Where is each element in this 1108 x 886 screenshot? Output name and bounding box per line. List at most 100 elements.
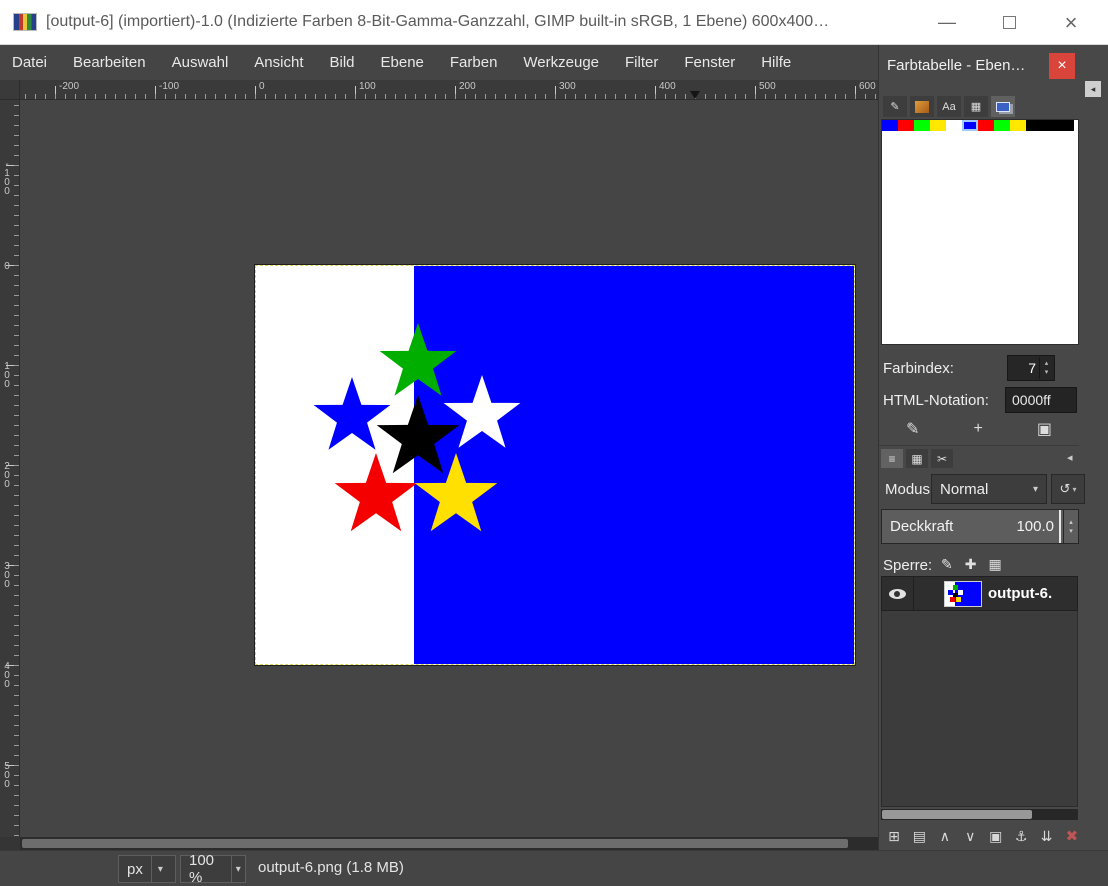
tab-channels[interactable]: ▦ xyxy=(906,449,928,468)
vertical-ruler[interactable]: - 1 0 001 0 02 0 03 0 04 0 05 0 0 xyxy=(0,100,20,837)
scrollbar-thumb[interactable] xyxy=(882,810,1032,819)
duplicate-layer-button[interactable]: ▣ xyxy=(985,825,1007,847)
menu-filter[interactable]: Filter xyxy=(625,54,658,71)
colormap-palette[interactable] xyxy=(881,119,1079,345)
hruler-label: 500 xyxy=(759,81,776,92)
canvas-horizontal-scrollbar[interactable] xyxy=(20,837,878,850)
add-color-button[interactable]: + xyxy=(973,420,982,438)
menu-auswahl[interactable]: Auswahl xyxy=(172,54,229,71)
dock-panel: Farbtabelle - Eben… × ◂ ✎Aa▦ Farbindex: … xyxy=(878,45,1108,850)
menu-ebene[interactable]: Ebene xyxy=(381,54,424,71)
color-index-value: 7 xyxy=(1028,360,1036,376)
lock-alpha-icon[interactable]: ▦ xyxy=(988,556,1001,573)
hruler-label: 200 xyxy=(459,81,476,92)
colormap-swatch-10[interactable] xyxy=(1042,120,1058,131)
vruler-label: - 1 0 0 xyxy=(0,160,14,196)
dock-tab-history[interactable]: ▦ xyxy=(964,96,988,117)
dock-tab-fonts[interactable]: Aa xyxy=(937,96,961,117)
pick-color-button[interactable]: ▣ xyxy=(1037,419,1052,439)
gimp-logo-icon xyxy=(14,14,36,30)
horizontal-ruler[interactable]: -200-1000100200300400500600 xyxy=(20,80,878,100)
colormap-swatch-3[interactable] xyxy=(930,120,946,131)
merge-layer-button[interactable]: ⇊ xyxy=(1036,825,1058,847)
html-notation-input[interactable]: 0000ff xyxy=(1005,387,1077,413)
layer-row[interactable]: output-6. xyxy=(881,576,1078,611)
layer-list-empty-area[interactable] xyxy=(881,611,1078,807)
lock-paint-icon[interactable]: ✎ xyxy=(941,556,953,573)
close-icon: × xyxy=(1065,10,1078,36)
menu-datei[interactable]: Datei xyxy=(12,54,47,71)
opacity-slider[interactable]: Deckkraft 100.0 ▴ ▾ xyxy=(881,509,1079,544)
menu-bild[interactable]: Bild xyxy=(330,54,355,71)
scrollbar-thumb[interactable] xyxy=(22,839,848,848)
lower-layer-button[interactable]: ∨ xyxy=(959,825,981,847)
opacity-label: Deckkraft xyxy=(890,518,953,535)
colormap-swatch-5[interactable] xyxy=(962,120,978,131)
raise-layer-button[interactable]: ∧ xyxy=(934,825,956,847)
thumb-star-dot xyxy=(956,597,961,602)
maximize-icon xyxy=(1003,16,1016,29)
new-layer-group-button[interactable]: ▤ xyxy=(908,825,930,847)
colormap-swatch-9[interactable] xyxy=(1026,120,1042,131)
unit-select[interactable]: px ▾ xyxy=(118,855,176,883)
blue-star xyxy=(312,377,392,457)
status-filename: output-6.png (1.8 MB) xyxy=(258,859,404,876)
colormap-swatch-11[interactable] xyxy=(1058,120,1074,131)
tab-layers[interactable]: ≡ xyxy=(881,449,903,468)
dock-tab-brushes[interactable]: ✎ xyxy=(883,96,907,117)
hruler-label: -200 xyxy=(59,81,79,92)
close-button[interactable]: × xyxy=(1040,0,1102,45)
new-layer-button[interactable]: ⊞ xyxy=(883,825,905,847)
layer-name: output-6. xyxy=(988,585,1052,602)
mode-group-switch-button[interactable]: ↺ ▾ xyxy=(1051,474,1085,504)
hruler-label: 100 xyxy=(359,81,376,92)
gimp-window: [output-6] (importiert)-1.0 (Indizierte … xyxy=(0,0,1108,886)
anchor-layer-button[interactable]: ⚓ xyxy=(1010,825,1032,847)
colormap-swatch-6[interactable] xyxy=(978,120,994,131)
close-icon: × xyxy=(1057,57,1066,75)
layer-visibility-toggle[interactable] xyxy=(882,577,914,610)
opacity-spinner[interactable]: ▴ ▾ xyxy=(1063,510,1078,543)
dock-close-button[interactable]: × xyxy=(1049,53,1075,79)
spin-up-icon: ▴ xyxy=(1045,359,1049,368)
dock-tab-patterns[interactable] xyxy=(910,96,934,117)
edit-color-button[interactable]: ✎ xyxy=(906,419,919,439)
opacity-slider-handle[interactable] xyxy=(1059,510,1061,543)
menu-werkzeuge[interactable]: Werkzeuge xyxy=(523,54,599,71)
canvas-image[interactable] xyxy=(255,265,855,665)
delete-layer-button[interactable]: ✖ xyxy=(1061,825,1083,847)
colormap-swatch-0[interactable] xyxy=(882,120,898,131)
colormap-swatch-1[interactable] xyxy=(898,120,914,131)
titlebar: [output-6] (importiert)-1.0 (Indizierte … xyxy=(0,0,1108,45)
mode-dropdown[interactable]: Normal ▾ xyxy=(931,474,1047,504)
menu-bearbeiten[interactable]: Bearbeiten xyxy=(73,54,146,71)
chevron-down-icon: ▾ xyxy=(231,856,245,882)
lock-position-icon[interactable]: ✚ xyxy=(965,556,977,573)
layers-dock-menu-button[interactable]: ◂ xyxy=(1067,451,1073,464)
menu-fenster[interactable]: Fenster xyxy=(684,54,735,71)
tab-paths[interactable]: ✂ xyxy=(931,449,953,468)
unit-value: px xyxy=(119,861,151,878)
spinner-arrows[interactable]: ▴ ▾ xyxy=(1039,357,1053,379)
menu-ansicht[interactable]: Ansicht xyxy=(254,54,303,71)
spin-down-icon: ▾ xyxy=(1045,368,1049,377)
panel-horizontal-scrollbar[interactable] xyxy=(881,809,1078,820)
hruler-label: 0 xyxy=(259,81,265,92)
dock-menu-button[interactable]: ◂ xyxy=(1085,81,1101,97)
colormap-swatch-8[interactable] xyxy=(1010,120,1026,131)
minimize-button[interactable]: — xyxy=(916,0,978,45)
ruler-corner[interactable] xyxy=(0,80,20,100)
dock-tab-images[interactable] xyxy=(991,96,1015,117)
menu-hilfe[interactable]: Hilfe xyxy=(761,54,791,71)
canvas-area[interactable] xyxy=(20,100,878,837)
menu-farben[interactable]: Farben xyxy=(450,54,498,71)
thumb-star-dot xyxy=(950,597,955,602)
pointer-position-marker xyxy=(690,91,700,99)
color-index-spinner[interactable]: 7 ▴ ▾ xyxy=(1007,355,1055,381)
thumb-star-dot xyxy=(958,590,963,595)
colormap-swatch-7[interactable] xyxy=(994,120,1010,131)
colormap-swatch-2[interactable] xyxy=(914,120,930,131)
zoom-select[interactable]: 100 % ▾ xyxy=(180,855,246,883)
colormap-swatch-4[interactable] xyxy=(946,120,962,131)
maximize-button[interactable] xyxy=(978,0,1040,45)
